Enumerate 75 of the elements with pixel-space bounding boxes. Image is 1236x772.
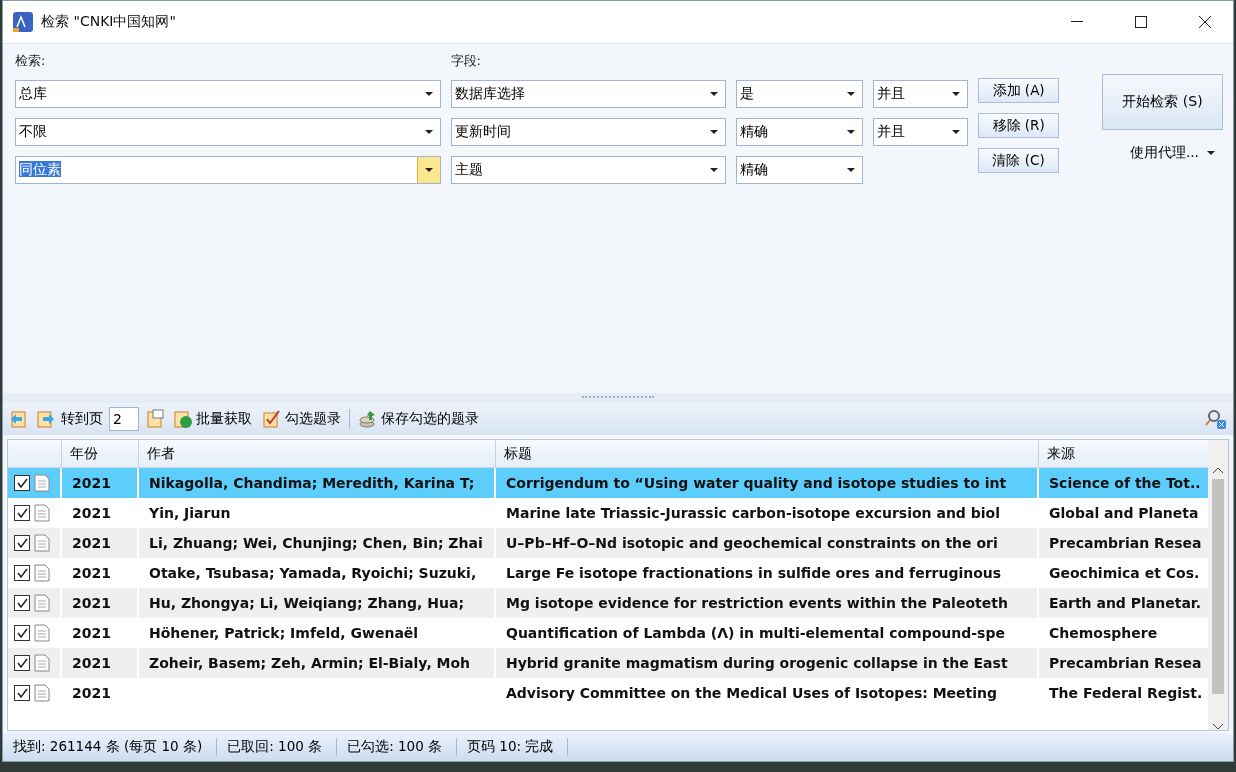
column-header[interactable]: 作者 bbox=[139, 440, 496, 467]
caret-icon bbox=[710, 92, 719, 96]
status-text: 已取回: 100 条 bbox=[225, 738, 338, 756]
row-checkbox[interactable] bbox=[14, 595, 30, 611]
field-combo[interactable]: 更新时间 bbox=[450, 118, 727, 146]
document-icon bbox=[34, 474, 50, 492]
search-clear-icon[interactable] bbox=[1205, 408, 1227, 430]
document-icon bbox=[34, 534, 50, 552]
maximize-icon bbox=[1135, 16, 1147, 28]
field-combo[interactable]: 主题 bbox=[450, 156, 727, 184]
scrollbar[interactable] bbox=[1208, 440, 1228, 730]
search-label: 检索: bbox=[15, 52, 47, 70]
caret-icon bbox=[710, 130, 719, 134]
window-title: 检索 "CNKI中国知网" bbox=[41, 13, 177, 31]
row-checkbox[interactable] bbox=[14, 655, 30, 671]
document-icon bbox=[34, 684, 50, 702]
caret-icon bbox=[710, 168, 719, 172]
logic-combo[interactable]: 并且 bbox=[873, 80, 969, 108]
year-cell: 2021 bbox=[62, 678, 139, 708]
action-button[interactable]: 添加 (A) bbox=[978, 78, 1060, 103]
page-input[interactable]: 2 bbox=[109, 407, 139, 431]
document-icon bbox=[34, 654, 50, 672]
document-icon bbox=[34, 594, 50, 612]
table-row[interactable]: 2021 Zoheir, Basem; Zeh, Armin; El-Bialy, Moh Hybrid granite magmatism during orogenic collapse in the East Precambrian Resea bbox=[8, 648, 1208, 678]
document-icon bbox=[34, 624, 50, 642]
search-term-combo[interactable]: 同位素 bbox=[15, 156, 441, 184]
caret-icon bbox=[847, 168, 856, 172]
status-text: 页码 10: 完成 bbox=[465, 738, 569, 756]
start-search-button[interactable]: 开始检索 (S) bbox=[1102, 74, 1223, 130]
document-icon bbox=[34, 564, 50, 582]
action-button[interactable]: 清除 (C) bbox=[978, 148, 1060, 173]
caret-icon bbox=[847, 130, 856, 134]
batch-fetch-button[interactable]: 批量获取 bbox=[171, 409, 254, 429]
search-term-combo[interactable]: 不限 bbox=[15, 118, 441, 146]
status-text: 已勾选: 100 条 bbox=[345, 738, 458, 756]
scroll-up-icon[interactable] bbox=[1213, 467, 1223, 473]
close-icon bbox=[1199, 16, 1211, 28]
document-icon bbox=[34, 504, 50, 522]
app-logo-icon bbox=[13, 12, 33, 32]
row-checkbox[interactable] bbox=[14, 625, 30, 641]
action-button[interactable]: 移除 (R) bbox=[978, 113, 1060, 138]
field-label: 字段: bbox=[450, 52, 482, 70]
row-checkbox[interactable] bbox=[14, 475, 30, 491]
row-checkbox[interactable] bbox=[14, 505, 30, 521]
search-term-combo[interactable]: 总库 bbox=[15, 80, 441, 108]
check-records-button[interactable]: 勾选题录 bbox=[260, 409, 343, 429]
row-checkbox[interactable] bbox=[14, 565, 30, 581]
caret-icon bbox=[1206, 151, 1215, 155]
check-document-icon bbox=[262, 409, 282, 429]
caret-icon bbox=[424, 168, 433, 172]
caret-icon bbox=[424, 92, 433, 96]
table-row[interactable]: 2021 Nikagolla, Chandima; Meredith, Karina T; Corrigendum to “Using water quality and isotope studies to int Science of the Tot.. bbox=[8, 468, 1208, 498]
match-combo[interactable]: 是 bbox=[736, 80, 864, 108]
document-download-icon bbox=[173, 409, 193, 429]
title-cell: Advisory Committee on the Medical Uses of Isotopes: Meeting bbox=[496, 678, 1039, 708]
save-checked-button[interactable]: 保存勾选的题录 bbox=[356, 409, 481, 429]
row-checkbox[interactable] bbox=[14, 685, 30, 701]
field-combo[interactable]: 数据库选择 bbox=[450, 80, 727, 108]
scroll-down-icon[interactable] bbox=[1213, 724, 1223, 730]
caret-icon bbox=[847, 92, 856, 96]
caret-icon bbox=[952, 130, 961, 134]
caret-icon bbox=[952, 92, 961, 96]
column-header[interactable]: 标题 bbox=[496, 440, 1039, 467]
table-row[interactable]: 2021 Hu, Zhongya; Li, Weiqiang; Zhang, Hua; Mg isotope evidence for restriction events within the Paleoteth Earth and Planetar. bbox=[8, 588, 1208, 618]
table-row[interactable]: 2021 Li, Zhuang; Wei, Chunjing; Chen, Bin; Zhai U–Pb–Hf–O–Nd isotopic and geochemical constraints on the ori Precambrian Resea bbox=[8, 528, 1208, 558]
logic-combo[interactable]: 并且 bbox=[873, 118, 969, 146]
match-combo[interactable]: 精确 bbox=[736, 118, 864, 146]
proxy-menu[interactable]: 使用代理... bbox=[1130, 144, 1199, 162]
match-combo[interactable]: 精确 bbox=[736, 156, 864, 184]
goto-page-label: 转到页 bbox=[61, 410, 103, 428]
column-header[interactable]: 年份 bbox=[62, 440, 139, 467]
minimize-icon bbox=[1071, 21, 1083, 23]
status-text: 找到: 261144 条 (每页 10 条) bbox=[11, 738, 218, 756]
row-checkbox[interactable] bbox=[14, 535, 30, 551]
caret-icon bbox=[424, 130, 433, 134]
